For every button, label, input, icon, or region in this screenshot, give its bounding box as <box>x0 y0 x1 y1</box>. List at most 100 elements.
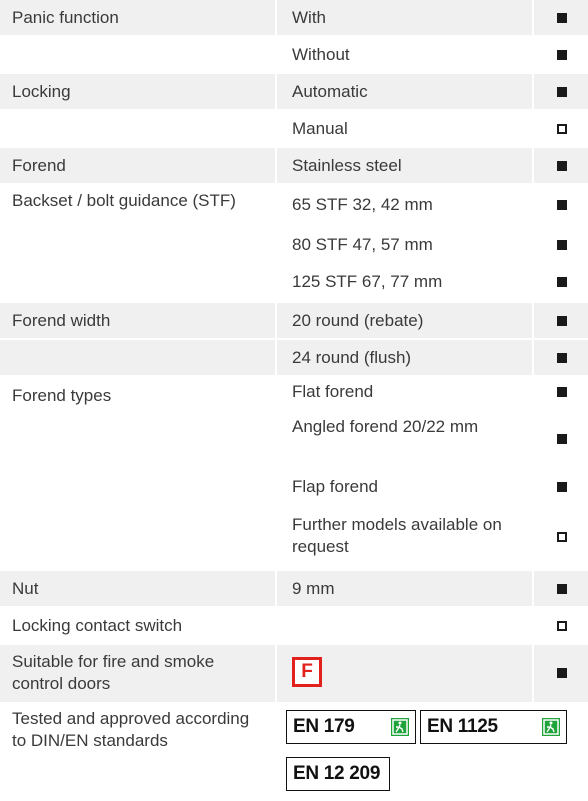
emergency-exit-icon <box>391 718 409 736</box>
value-cell: 9 mm <box>277 571 532 606</box>
row-label: Forend width <box>12 311 111 330</box>
filled-square-icon <box>557 353 567 363</box>
standard-badge: EN 12 209 <box>286 757 390 791</box>
mark-cell <box>534 37 588 72</box>
value-cell: 24 round (flush) <box>277 340 532 375</box>
mark-cell <box>534 469 588 504</box>
label-cell: Tested and approved according to DIN/EN … <box>0 704 275 801</box>
mark-cell <box>534 227 588 262</box>
value-cell: 80 STF 47, 57 mm <box>277 227 532 262</box>
table-row: Manual <box>0 111 588 146</box>
standard-badge-label: EN 12 209 <box>293 763 381 784</box>
filled-square-icon <box>557 387 567 397</box>
table-row: Locking Automatic <box>0 74 588 109</box>
mark-cell <box>534 148 588 183</box>
filled-square-icon <box>557 668 567 678</box>
row-value: Flat forend <box>292 382 374 401</box>
row-value: Further models available on request <box>292 515 502 556</box>
row-value: 24 round (flush) <box>292 348 412 367</box>
row-value: Without <box>292 45 350 64</box>
row-label: Panic function <box>12 8 119 27</box>
mark-cell <box>534 608 588 643</box>
label-cell: Locking contact switch <box>0 608 275 643</box>
row-value: Flap forend <box>292 477 378 496</box>
mark-cell <box>534 411 588 467</box>
table-row: Forend types Flat forend <box>0 377 588 409</box>
fire-badge-letter: F <box>301 661 313 682</box>
mark-cell <box>534 340 588 375</box>
filled-square-icon <box>557 240 567 250</box>
table-row: Tested and approved according to DIN/EN … <box>0 704 588 801</box>
table-row: Locking contact switch <box>0 608 588 643</box>
filled-square-icon <box>557 200 567 210</box>
label-cell: Locking <box>0 74 275 109</box>
label-cell: Forend width <box>0 303 275 338</box>
fire-door-icon: F <box>292 657 322 687</box>
filled-square-icon <box>557 482 567 492</box>
mark-cell <box>534 571 588 606</box>
value-cell: Further models available on request <box>277 506 532 569</box>
standard-badge: EN 1125 <box>420 710 567 744</box>
table-row: Angled forend 20/22 mm <box>0 411 588 467</box>
value-cell: Angled forend 20/22 mm <box>277 411 532 467</box>
value-cell: Automatic <box>277 74 532 109</box>
table-row: Flap forend <box>0 469 588 504</box>
filled-square-icon <box>557 13 567 23</box>
table-row: Panic function With <box>0 0 588 35</box>
label-cell <box>0 37 275 72</box>
filled-square-icon <box>557 87 567 97</box>
value-cell: 20 round (rebate) <box>277 303 532 338</box>
filled-square-icon <box>557 434 567 444</box>
table-row: Nut 9 mm <box>0 571 588 606</box>
row-value: 125 STF 67, 77 mm <box>292 272 443 291</box>
hollow-square-icon <box>557 621 567 631</box>
row-value: 80 STF 47, 57 mm <box>292 235 433 254</box>
label-cell: Suitable for fire and smoke control door… <box>0 645 275 702</box>
value-cell: 125 STF 67, 77 mm <box>277 264 532 301</box>
table-row: 80 STF 47, 57 mm <box>0 227 588 262</box>
row-label: Tested and approved according to DIN/EN … <box>12 709 250 750</box>
mark-cell <box>534 264 588 301</box>
table-row: Further models available on request <box>0 506 588 569</box>
standard-badge: EN 179 <box>286 710 416 744</box>
filled-square-icon <box>557 277 567 287</box>
row-value: Stainless steel <box>292 156 402 175</box>
row-value: 65 STF 32, 42 mm <box>292 195 433 214</box>
value-cell: With <box>277 0 532 35</box>
standards-cell: EN 179 EN 1125 EN 12 209 <box>277 704 588 801</box>
value-cell: Without <box>277 37 532 72</box>
value-cell: Manual <box>277 111 532 146</box>
row-value: Angled forend 20/22 mm <box>292 417 479 436</box>
value-cell: F <box>277 645 532 702</box>
table-row: Suitable for fire and smoke control door… <box>0 645 588 702</box>
mark-cell <box>534 645 588 702</box>
row-value: 20 round (rebate) <box>292 311 424 330</box>
label-cell: Panic function <box>0 0 275 35</box>
emergency-exit-icon <box>542 718 560 736</box>
label-cell: Nut <box>0 571 275 606</box>
row-value: Automatic <box>292 82 368 101</box>
table-row: 125 STF 67, 77 mm <box>0 264 588 301</box>
row-value: 9 mm <box>292 579 335 598</box>
row-label: Nut <box>12 579 39 598</box>
row-value: With <box>292 8 326 27</box>
mark-cell <box>534 185 588 225</box>
table-row: Without <box>0 37 588 72</box>
label-cell: Forend <box>0 148 275 183</box>
row-label: Forend types <box>12 386 112 405</box>
value-cell: 65 STF 32, 42 mm <box>277 185 532 225</box>
mark-cell <box>534 303 588 338</box>
row-label: Forend <box>12 156 66 175</box>
mark-cell <box>534 377 588 409</box>
hollow-square-icon <box>557 124 567 134</box>
row-label: Locking <box>12 82 71 101</box>
value-cell: Flap forend <box>277 469 532 504</box>
filled-square-icon <box>557 316 567 326</box>
filled-square-icon <box>557 50 567 60</box>
filled-square-icon <box>557 161 567 171</box>
table-row: Forend Stainless steel <box>0 148 588 183</box>
standard-badge-label: EN 179 <box>293 716 355 737</box>
value-cell <box>277 608 532 643</box>
label-cell <box>0 340 275 375</box>
mark-cell <box>534 74 588 109</box>
